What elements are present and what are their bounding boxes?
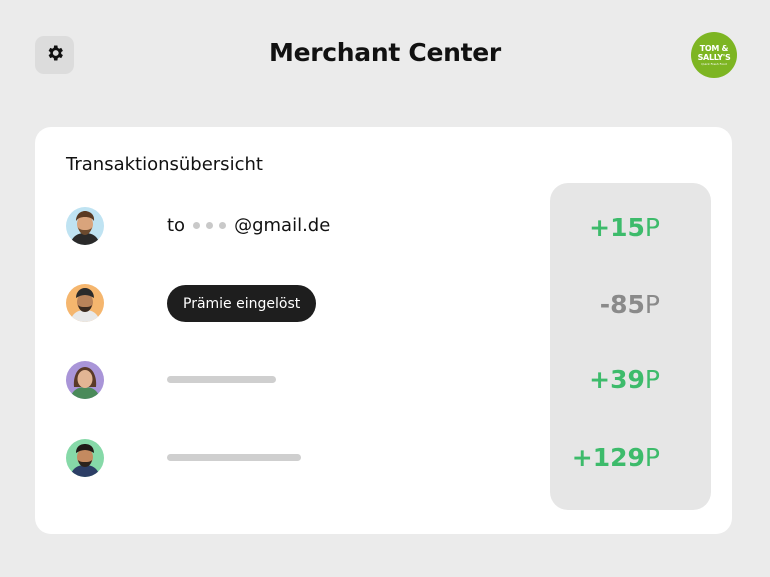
- points-amount: -85: [599, 290, 645, 319]
- points-amount: +15: [589, 213, 645, 242]
- avatar: [66, 361, 104, 399]
- transaction-row[interactable]: +39P: [35, 361, 732, 401]
- reward-redeemed-badge: Prämie eingelöst: [167, 285, 317, 322]
- logo-text-line2: SALLY'S: [697, 52, 731, 62]
- brand-logo[interactable]: TOM & SALLY'S Quick Fresh Food: [691, 32, 737, 78]
- page-title: Merchant Center: [269, 38, 501, 67]
- avatar: [66, 439, 104, 477]
- transaction-row[interactable]: Prämie eingelöst -85P: [35, 284, 732, 324]
- email-domain: @gmail.de: [234, 215, 331, 236]
- points-value: -85P: [600, 290, 660, 319]
- points-value: +129P: [572, 443, 660, 472]
- recipient-email: to @gmail.de: [167, 215, 330, 236]
- card-title: Transaktionsübersicht: [66, 154, 263, 175]
- points-amount: +39: [589, 365, 645, 394]
- points-unit: P: [644, 365, 660, 394]
- points-amount: +129: [571, 443, 645, 472]
- points-unit: P: [644, 290, 660, 319]
- points-unit: P: [644, 443, 660, 472]
- points-unit: P: [644, 213, 660, 242]
- logo-text-line3: Quick Fresh Food: [701, 61, 727, 66]
- logo-text-line1: TOM &: [699, 43, 729, 53]
- masked-email-dots: [193, 222, 227, 229]
- placeholder-bar: [167, 376, 276, 383]
- placeholder-bar: [167, 454, 301, 461]
- points-value: +15P: [589, 213, 660, 242]
- transaction-row[interactable]: +129P: [35, 439, 732, 479]
- email-prefix: to: [167, 215, 186, 236]
- avatar: [66, 284, 104, 322]
- transaction-row[interactable]: to @gmail.de +15P: [35, 207, 732, 247]
- transactions-card: Transaktionsübersicht to @gmail.de +15P: [35, 127, 732, 534]
- points-value: +39P: [589, 365, 660, 394]
- avatar: [66, 207, 104, 245]
